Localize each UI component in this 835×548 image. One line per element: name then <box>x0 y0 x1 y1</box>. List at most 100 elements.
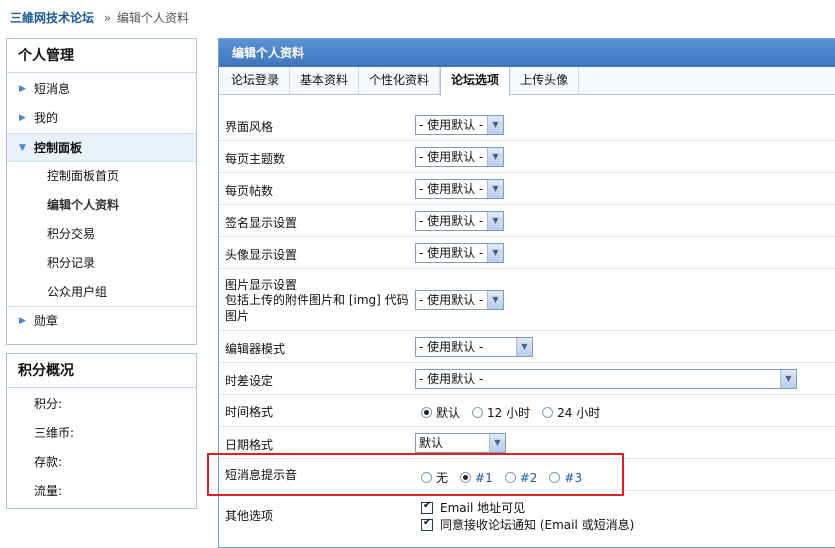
panel-title: 个人管理 <box>7 39 196 73</box>
row-label: 每页主题数 <box>225 152 286 166</box>
sidebar-subitem-edit-profile[interactable]: 编辑个人资料 <box>7 191 196 220</box>
form-row-image: 图片显示设置 包括上传的附件图片和 [img] 代码图片 - 使用默认 - ▼ <box>219 269 835 331</box>
row-label: 每页帖数 <box>225 184 274 198</box>
select-value: - 使用默认 - <box>419 293 484 307</box>
avatar-display-select[interactable]: - 使用默认 - ▼ <box>415 243 504 263</box>
row-label: 日期格式 <box>225 438 274 452</box>
time-format-12h-radio[interactable]: 12 小时 <box>472 404 530 421</box>
time-format-24h-radio[interactable]: 24 小时 <box>542 404 600 421</box>
select-value: - 使用默认 - <box>419 214 484 228</box>
tab-basic-info[interactable]: 基本资料 <box>290 67 360 95</box>
checkbox-label: Email 地址可见 <box>440 501 526 515</box>
chevron-down-icon: ▼ <box>19 143 26 153</box>
form-row-posts-per-page: 每页帖数 - 使用默认 - ▼ <box>219 173 835 205</box>
posts-per-page-select[interactable]: - 使用默认 - ▼ <box>415 179 504 199</box>
row-label: 图片显示设置 <box>225 278 298 292</box>
image-display-select[interactable]: - 使用默认 - ▼ <box>415 290 504 310</box>
chevron-down-icon: ▼ <box>489 434 505 452</box>
chevron-right-icon: ▶ <box>19 316 26 326</box>
credits-panel: 积分概况 积分: 三维币: 存款: 流量: <box>6 353 197 509</box>
breadcrumb-separator: » <box>103 11 112 25</box>
form-row-style: 界面风格 - 使用默认 - ▼ <box>219 109 835 141</box>
signature-display-select[interactable]: - 使用默认 - ▼ <box>415 211 504 231</box>
other-options: Email 地址可见 同意接收论坛通知 (Email 或短消息) <box>421 499 634 533</box>
select-value: 默认 <box>419 436 444 450</box>
select-value: - 使用默认 - <box>419 372 484 386</box>
sidebar-subitem-credit-log[interactable]: 积分记录 <box>7 249 196 278</box>
time-format-default-radio[interactable]: 默认 <box>421 404 460 421</box>
panel-header: 编辑个人资料 <box>219 39 835 67</box>
time-format-radios: 默认 12 小时 24 小时 <box>421 404 612 421</box>
email-visible-checkbox[interactable]: Email 地址可见 <box>421 499 634 516</box>
chevron-down-icon: ▼ <box>487 116 503 134</box>
personal-management-panel: 个人管理 ▶ 短消息 ▶ 我的 ▼ 控制面板 控制面板首页 编辑个人资料 积分交… <box>6 38 197 345</box>
chevron-down-icon: ▼ <box>516 338 532 356</box>
tab-forum-login[interactable]: 论坛登录 <box>221 67 291 95</box>
sidebar-item-label: 短消息 <box>34 82 71 96</box>
editor-mode-select[interactable]: - 使用默认 - ▼ <box>415 337 533 357</box>
select-value: - 使用默认 - <box>419 340 484 354</box>
chevron-down-icon: ▼ <box>487 148 503 166</box>
sidebar-subitem-public-groups[interactable]: 公众用户组 <box>7 278 196 307</box>
row-label: 时间格式 <box>225 405 274 419</box>
credit-deposit: 存款: <box>34 455 63 469</box>
timezone-select[interactable]: - 使用默认 - ▼ <box>415 369 797 389</box>
chevron-down-icon: ▼ <box>487 212 503 230</box>
breadcrumb-current: 编辑个人资料 <box>117 11 190 25</box>
row-label: 签名显示设置 <box>225 216 298 230</box>
chevron-down-icon: ▼ <box>487 291 503 309</box>
row-label: 头像显示设置 <box>225 248 298 262</box>
select-value: - 使用默认 - <box>419 246 484 260</box>
tab-upload-avatar[interactable]: 上传头像 <box>510 67 580 95</box>
form-row-other: 其他选项 Email 地址可见 同意接收论坛通知 (Email 或短消息) <box>219 491 835 541</box>
forum-notify-checkbox[interactable]: 同意接收论坛通知 (Email 或短消息) <box>421 516 634 533</box>
checkbox[interactable] <box>421 517 433 531</box>
form-row-timezone: 时差设定 - 使用默认 - ▼ <box>219 363 835 395</box>
chevron-down-icon: ▼ <box>780 370 796 388</box>
sidebar-subitem-credit-trade[interactable]: 积分交易 <box>7 220 196 249</box>
row-label: 其他选项 <box>225 509 274 523</box>
style-select[interactable]: - 使用默认 - ▼ <box>415 115 504 135</box>
sidebar-item-label: 我的 <box>34 111 59 125</box>
checkbox-label: 同意接收论坛通知 (Email 或短消息) <box>440 518 635 532</box>
select-value: - 使用默认 - <box>419 182 484 196</box>
form-row-threads-per-page: 每页主题数 - 使用默认 - ▼ <box>219 141 835 173</box>
sidebar-item-my[interactable]: ▶ 我的 <box>7 104 196 133</box>
sidebar-subitem-control-home[interactable]: 控制面板首页 <box>7 162 196 191</box>
chevron-down-icon: ▼ <box>487 180 503 198</box>
breadcrumb-site-link[interactable]: 三維网技术论坛 <box>10 11 94 25</box>
radio-button[interactable] <box>542 407 554 418</box>
sidebar-item-control-panel[interactable]: ▼ 控制面板 <box>7 133 196 162</box>
tab-forum-options[interactable]: 论坛选项 <box>440 67 511 96</box>
sidebar-item-messages[interactable]: ▶ 短消息 <box>7 75 196 104</box>
credit-traffic: 流量: <box>34 484 63 498</box>
chevron-right-icon: ▶ <box>19 113 26 123</box>
radio-button[interactable] <box>421 407 432 418</box>
chevron-down-icon: ▼ <box>487 244 503 262</box>
tab-bar: 论坛登录 基本资料 个性化资料 论坛选项 上传头像 <box>219 67 835 96</box>
row-label: 界面风格 <box>225 120 274 134</box>
row-label: 编辑器模式 <box>225 342 286 356</box>
sidebar-item-medals[interactable]: ▶ 勋章 <box>7 307 196 336</box>
row-label: 时差设定 <box>225 374 274 388</box>
form-row-signature: 签名显示设置 - 使用默认 - ▼ <box>219 205 835 237</box>
select-value: - 使用默认 - <box>419 118 484 132</box>
threads-per-page-select[interactable]: - 使用默认 - ▼ <box>415 147 504 167</box>
tab-personal-info[interactable]: 个性化资料 <box>359 67 441 95</box>
credit-coins: 三维币: <box>34 426 75 440</box>
form-row-avatar: 头像显示设置 - 使用默认 - ▼ <box>219 237 835 269</box>
sidebar-item-label: 控制面板 <box>34 141 83 155</box>
radio-button[interactable] <box>472 407 484 418</box>
select-value: - 使用默认 - <box>419 150 484 164</box>
date-format-select[interactable]: 默认 ▼ <box>415 433 506 453</box>
checkbox[interactable] <box>421 500 433 514</box>
radio-label: 24 小时 <box>557 406 601 420</box>
breadcrumb: 三維网技术论坛 » 编辑个人资料 <box>10 9 189 26</box>
credit-points: 积分: <box>34 397 63 411</box>
radio-label: 12 小时 <box>487 406 531 420</box>
form-row-editor: 编辑器模式 - 使用默认 - ▼ <box>219 331 835 363</box>
highlight-box <box>207 453 624 496</box>
chevron-right-icon: ▶ <box>19 84 26 94</box>
row-sublabel: 包括上传的附件图片和 [img] 代码图片 <box>225 293 409 323</box>
radio-label: 默认 <box>436 406 461 420</box>
